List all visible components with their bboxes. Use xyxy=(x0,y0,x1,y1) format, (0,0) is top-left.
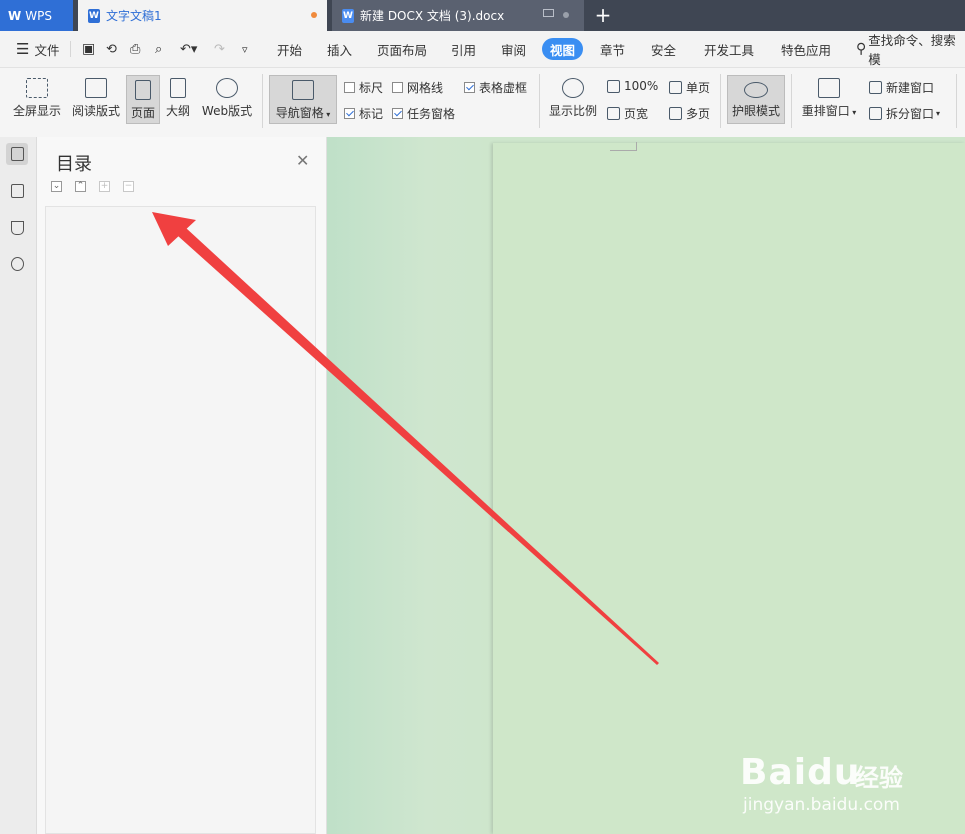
watermark-brand: Baidu xyxy=(740,752,861,793)
watermark-url: jingyan.baidu.com xyxy=(743,795,900,815)
watermark-logo: Baidu xyxy=(740,752,860,793)
annotation-arrow xyxy=(152,212,659,665)
watermark-brand-cn: 经验 xyxy=(855,764,903,792)
arrow-shaft xyxy=(178,228,659,665)
